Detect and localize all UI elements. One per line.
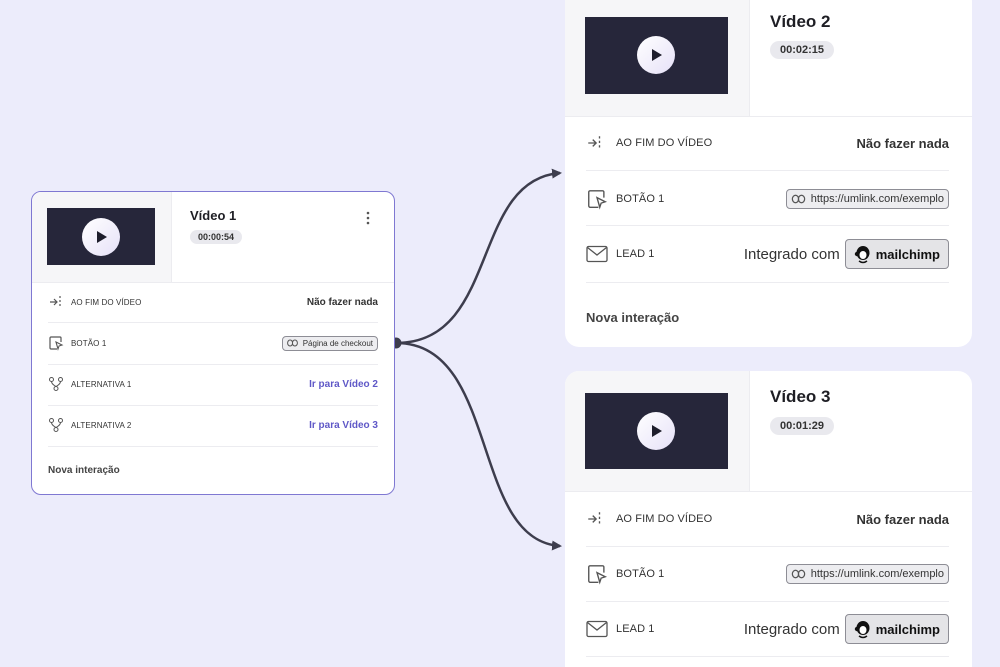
video-1-row-end-of-video[interactable]: AO FIM DO VÍDEO Não fazer nada <box>48 292 378 312</box>
row-value: Não fazer nada <box>306 296 378 308</box>
mailchimp-logo-icon <box>854 246 870 264</box>
branch-icon <box>48 376 64 392</box>
new-interaction-button[interactable]: Nova interação <box>48 465 120 476</box>
video-2-row-button-1[interactable]: BOTÃO 1 https://umlink.com/exemplo <box>586 187 949 211</box>
video-1-title: Vídeo 1 <box>190 208 237 223</box>
row-label: BOTÃO 1 <box>616 193 665 205</box>
new-interaction-button[interactable]: Nova interação <box>586 310 679 325</box>
row-label: AO FIM DO VÍDEO <box>616 137 713 149</box>
row-label: LEAD 1 <box>616 623 655 635</box>
video-3-row-button-1[interactable]: BOTÃO 1 https://umlink.com/exemplo <box>586 562 949 586</box>
video-3-thumbnail[interactable] <box>585 393 728 469</box>
arrow-to-line-icon <box>48 294 64 310</box>
mailchimp-badge[interactable]: mailchimp <box>844 614 949 644</box>
link-chip-text: https://umlink.com/exemplo <box>810 193 944 205</box>
video-2-duration-badge: 00:02:15 <box>770 41 834 59</box>
video-3-duration-badge: 00:01:29 <box>770 417 834 435</box>
link-icon <box>791 194 805 204</box>
row-label: AO FIM DO VÍDEO <box>616 513 713 525</box>
row-value-link[interactable]: Ir para Vídeo 3 <box>309 420 378 431</box>
row-label: BOTÃO 1 <box>71 338 107 348</box>
video-2-card[interactable]: Vídeo 2 00:02:15 AO FIM DO VÍDEO Não faz… <box>565 0 972 347</box>
row-label: BOTÃO 1 <box>616 568 665 580</box>
cursor-click-icon <box>586 563 608 585</box>
cursor-click-icon <box>586 188 608 210</box>
arrow-to-line-icon <box>586 134 604 152</box>
video-2-row-lead-1[interactable]: LEAD 1 Integrado com mailchimp <box>586 239 949 269</box>
play-icon[interactable] <box>82 218 120 256</box>
mailchimp-text: mailchimp <box>875 621 940 637</box>
link-chip-text: https://umlink.com/exemplo <box>810 568 944 580</box>
more-vertical-icon[interactable] <box>363 210 373 226</box>
link-chip[interactable]: Página de checkout <box>281 335 378 351</box>
play-icon[interactable] <box>637 412 675 450</box>
mail-icon <box>586 618 608 640</box>
video-2-row-end-of-video[interactable]: AO FIM DO VÍDEO Não fazer nada <box>586 132 949 154</box>
connector-to-video-2 <box>395 168 562 345</box>
row-label: AO FIM DO VÍDEO <box>71 297 142 307</box>
row-label: ALTERNATIVA 2 <box>71 420 132 430</box>
video-3-row-lead-1[interactable]: LEAD 1 Integrado com mailchimp <box>586 614 949 644</box>
row-value: Não fazer nada <box>856 135 949 151</box>
link-icon <box>286 339 298 347</box>
link-chip[interactable]: https://umlink.com/exemplo <box>785 564 949 584</box>
cursor-click-icon <box>48 335 64 351</box>
mailchimp-text: mailchimp <box>875 246 940 262</box>
video-1-thumbnail[interactable] <box>47 208 155 265</box>
video-3-card[interactable]: Vídeo 3 00:01:29 AO FIM DO VÍDEO Não faz… <box>565 371 972 667</box>
link-chip[interactable]: https://umlink.com/exemplo <box>785 189 949 209</box>
video-2-title: Vídeo 2 <box>770 12 831 31</box>
row-label: ALTERNATIVA 1 <box>71 379 132 389</box>
video-3-title: Vídeo 3 <box>770 387 831 406</box>
video-1-card[interactable]: Vídeo 1 00:00:54 AO FIM DO VÍDEO Não faz… <box>31 191 395 495</box>
integration-prefix: Integrado com <box>743 245 840 263</box>
row-value-link[interactable]: Ir para Vídeo 2 <box>309 379 378 390</box>
branch-icon <box>48 417 64 433</box>
play-icon[interactable] <box>637 36 675 74</box>
video-3-row-end-of-video[interactable]: AO FIM DO VÍDEO Não fazer nada <box>586 508 949 530</box>
video-1-duration-badge: 00:00:54 <box>190 230 242 244</box>
arrow-to-line-icon <box>586 510 604 528</box>
integration-prefix: Integrado com <box>743 620 840 638</box>
video-1-row-alternative-2[interactable]: ALTERNATIVA 2 Ir para Vídeo 3 <box>48 415 378 435</box>
mailchimp-badge[interactable]: mailchimp <box>844 239 949 269</box>
link-chip-text: Página de checkout <box>302 338 373 348</box>
video-2-thumbnail[interactable] <box>585 17 728 94</box>
video-1-row-alternative-1[interactable]: ALTERNATIVA 1 Ir para Vídeo 2 <box>48 374 378 394</box>
mail-icon <box>586 243 608 265</box>
connector-to-video-3 <box>395 341 562 551</box>
link-icon <box>791 569 805 579</box>
row-value: Não fazer nada <box>856 511 949 527</box>
row-label: LEAD 1 <box>616 248 655 260</box>
video-1-row-button-1[interactable]: BOTÃO 1 Página de checkout <box>48 333 378 353</box>
mailchimp-logo-icon <box>854 621 870 639</box>
